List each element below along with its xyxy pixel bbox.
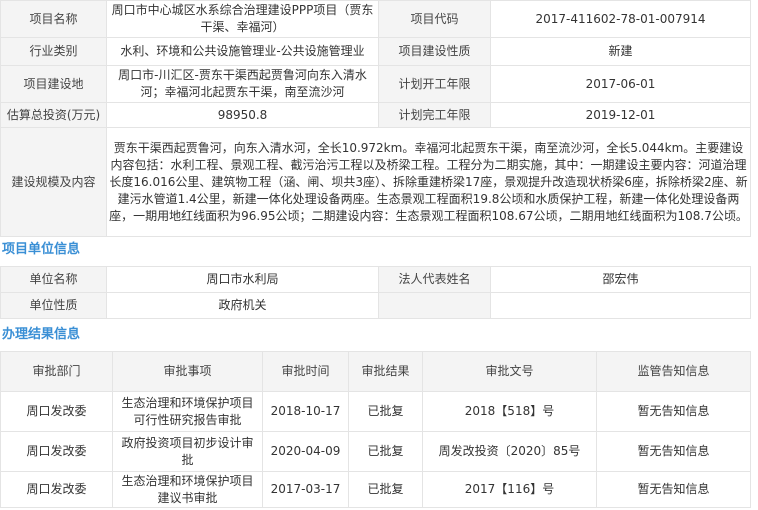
planned-start-value: 2017-06-01	[490, 65, 751, 103]
unit-row-name: 单位名称 周口市水利局 法人代表姓名 邵宏伟	[0, 266, 751, 293]
planned-end-value: 2019-12-01	[490, 102, 751, 128]
table-row: 周口发改委 生态治理和环境保护项目可行性研究报告审批 2018-10-17 已批…	[0, 391, 751, 432]
table-row: 周口发改委 政府投资项目初步设计审批 2020-04-09 已批复 周发改投资〔…	[0, 431, 751, 472]
legal-rep-label: 法人代表姓名	[378, 266, 491, 293]
col-header-date: 审批时间	[262, 351, 349, 392]
approval-item: 政府投资项目初步设计审批	[112, 431, 263, 472]
unit-empty-value	[490, 292, 751, 319]
approval-item: 生态治理和环境保护项目可行性研究报告审批	[112, 391, 263, 432]
industry-label: 行业类别	[0, 37, 107, 66]
unit-empty-label	[378, 292, 491, 319]
legal-rep-value: 邵宏伟	[490, 266, 751, 293]
unit-nature-value: 政府机关	[106, 292, 379, 319]
unit-name-value: 周口市水利局	[106, 266, 379, 293]
info-row-name: 项目名称 周口市中心城区水系综合治理建设PPP项目（贾东干渠、幸福河） 项目代码…	[0, 0, 751, 38]
investment-label: 估算总投资(万元)	[0, 102, 107, 128]
planned-end-label: 计划完工年限	[378, 102, 491, 128]
col-header-doc: 审批文号	[422, 351, 597, 392]
table-row: 周口发改委 生态治理和环境保护项目建议书审批 2017-03-17 已批复 20…	[0, 471, 751, 508]
approval-date: 2020-04-09	[262, 431, 349, 472]
construction-nature-label: 项目建设性质	[378, 37, 491, 66]
approval-result: 已批复	[348, 431, 423, 472]
approval-date: 2018-10-17	[262, 391, 349, 432]
scope-value: 贾东干渠西起贾鲁河，向东入清水河，全长10.972km。幸福河北起贾东干渠，南至…	[106, 127, 751, 237]
planned-start-label: 计划开工年限	[378, 65, 491, 103]
location-label: 项目建设地	[0, 65, 107, 103]
unit-row-nature: 单位性质 政府机关	[0, 292, 751, 319]
approval-notice: 暂无告知信息	[596, 471, 751, 508]
approval-date: 2017-03-17	[262, 471, 349, 508]
col-header-notice: 监管告知信息	[596, 351, 751, 392]
investment-value: 98950.8	[106, 102, 379, 128]
project-info-table: 项目名称 周口市中心城区水系综合治理建设PPP项目（贾东干渠、幸福河） 项目代码…	[0, 0, 751, 237]
approval-dept: 周口发改委	[0, 391, 113, 432]
industry-value: 水利、环境和公共设施管理业-公共设施管理业	[106, 37, 379, 66]
project-code-label: 项目代码	[378, 0, 491, 38]
unit-name-label: 单位名称	[0, 266, 107, 293]
col-header-dept: 审批部门	[0, 351, 113, 392]
info-row-location: 项目建设地 周口市-川汇区-贾东干渠西起贾鲁河向东入清水河；幸福河北起贾东干渠，…	[0, 65, 751, 103]
approval-doc-number: 2017【116】号	[422, 471, 597, 508]
approval-result: 已批复	[348, 471, 423, 508]
info-row-investment: 估算总投资(万元) 98950.8 计划完工年限 2019-12-01	[0, 102, 751, 128]
process-section-title: 办理结果信息	[2, 327, 81, 342]
approval-dept: 周口发改委	[0, 431, 113, 472]
approval-doc-number: 周发改投资〔2020〕85号	[422, 431, 597, 472]
construction-nature-value: 新建	[490, 37, 751, 66]
approval-item: 生态治理和环境保护项目建议书审批	[112, 471, 263, 508]
project-name-label: 项目名称	[0, 0, 107, 38]
project-name-value: 周口市中心城区水系综合治理建设PPP项目（贾东干渠、幸福河）	[106, 0, 379, 38]
approval-doc-number: 2018【518】号	[422, 391, 597, 432]
col-header-result: 审批结果	[348, 351, 423, 392]
approval-dept: 周口发改委	[0, 471, 113, 508]
approval-notice: 暂无告知信息	[596, 391, 751, 432]
approval-notice: 暂无告知信息	[596, 431, 751, 472]
project-code-value: 2017-411602-78-01-007914	[490, 0, 751, 38]
unit-section-title: 项目单位信息	[2, 242, 81, 257]
scope-label: 建设规模及内容	[0, 127, 107, 237]
col-header-item: 审批事项	[112, 351, 263, 392]
info-row-scope: 建设规模及内容 贾东干渠西起贾鲁河，向东入清水河，全长10.972km。幸福河北…	[0, 127, 751, 237]
info-row-industry: 行业类别 水利、环境和公共设施管理业-公共设施管理业 项目建设性质 新建	[0, 37, 751, 66]
approval-header-row: 审批部门 审批事项 审批时间 审批结果 审批文号 监管告知信息	[0, 351, 751, 392]
unit-nature-label: 单位性质	[0, 292, 107, 319]
approval-results-table: 审批部门 审批事项 审批时间 审批结果 审批文号 监管告知信息 周口发改委 生态…	[0, 351, 751, 508]
location-value: 周口市-川汇区-贾东干渠西起贾鲁河向东入清水河；幸福河北起贾东干渠，南至流沙河	[106, 65, 379, 103]
unit-info-table: 单位名称 周口市水利局 法人代表姓名 邵宏伟 单位性质 政府机关	[0, 266, 751, 319]
approval-result: 已批复	[348, 391, 423, 432]
